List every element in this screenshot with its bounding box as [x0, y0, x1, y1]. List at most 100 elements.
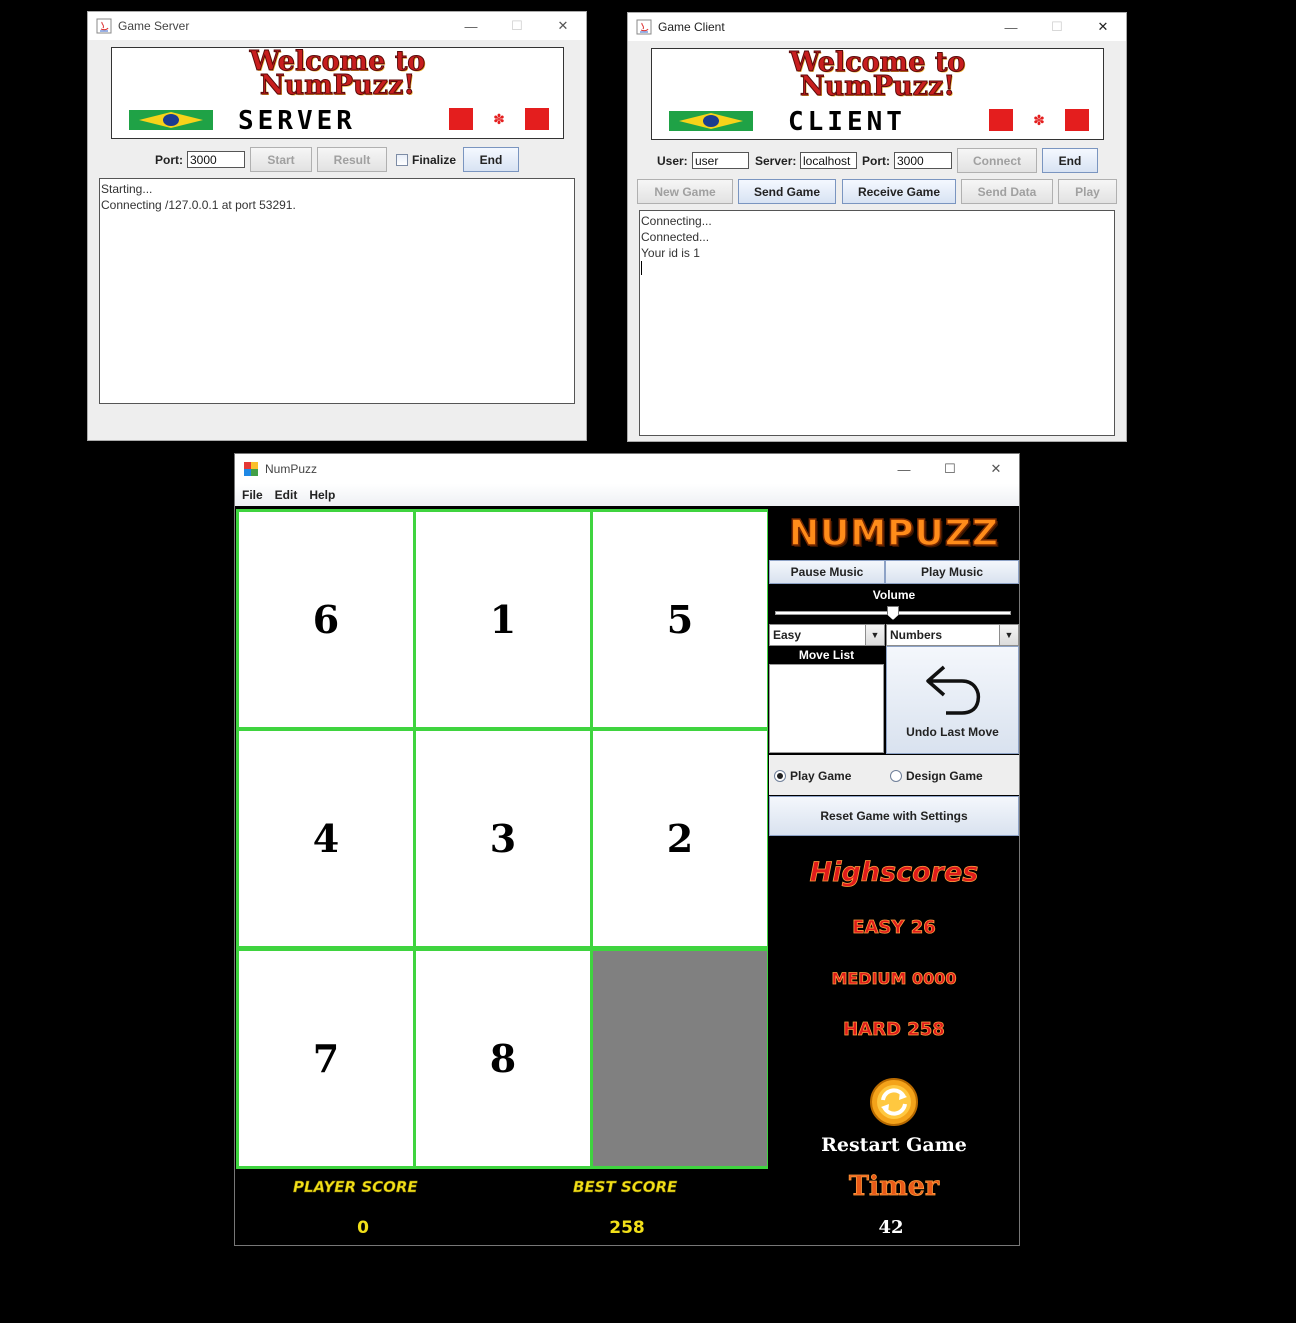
log-line: Connected...: [641, 230, 710, 244]
log-line: Starting...: [101, 182, 153, 196]
puzzle-board: 6 1 5 4 3 2 7 8: [236, 509, 768, 1169]
minimize-icon[interactable]: —: [988, 13, 1034, 41]
numpuzz-app-icon: [243, 461, 259, 477]
java-app-icon: [636, 19, 652, 35]
highscores-title: Highscores: [809, 857, 979, 889]
numpuzz-window: NumPuzz — ☐ ✕ File Edit Help 6 1 5 4 3 2…: [234, 453, 1020, 1246]
text-caret: [641, 261, 642, 275]
refresh-icon: [870, 1078, 918, 1126]
start-button[interactable]: Start: [250, 147, 312, 172]
server-host-label: Server:: [755, 154, 797, 168]
chevron-down-icon: ▼: [999, 625, 1018, 645]
reset-game-button[interactable]: Reset Game with Settings: [769, 796, 1019, 836]
design-game-label: Design Game: [906, 769, 983, 783]
mode-radio-panel: Play Game Design Game: [769, 755, 1019, 795]
mode-select[interactable]: Numbers ▼: [886, 624, 1019, 646]
numpuzz-logo: NUMPUZZ: [788, 512, 999, 555]
client-titlebar[interactable]: Game Client — ☐ ✕: [628, 13, 1126, 41]
play-music-button[interactable]: Play Music: [885, 560, 1019, 584]
puzzle-tile[interactable]: 1: [416, 512, 590, 727]
play-game-radio[interactable]: [774, 770, 786, 782]
player-score-value: 0: [357, 1218, 369, 1238]
send-data-button[interactable]: Send Data: [961, 179, 1053, 204]
player-score-label: PLAYER SCORE: [293, 1178, 418, 1197]
puzzle-tile[interactable]: 5: [593, 512, 767, 727]
puzzle-tile[interactable]: 3: [416, 731, 590, 946]
maximize-icon[interactable]: ☐: [927, 454, 973, 484]
finalize-checkbox[interactable]: [396, 154, 408, 166]
medium-highscore: MEDIUM 0000: [831, 969, 957, 989]
banner-welcome-text: Welcome to NumPuzz!: [249, 47, 426, 101]
menu-file[interactable]: File: [242, 488, 263, 502]
send-game-button[interactable]: Send Game: [738, 179, 836, 204]
move-list-header: Move List: [769, 647, 884, 664]
server-end-button[interactable]: End: [463, 147, 519, 172]
undo-arrow-icon: [925, 665, 980, 715]
puzzle-tile[interactable]: 8: [416, 951, 590, 1166]
new-game-button[interactable]: New Game: [637, 179, 733, 204]
java-app-icon: [96, 18, 112, 34]
server-log-area[interactable]: Starting... Connecting /127.0.0.1 at por…: [99, 178, 575, 404]
server-port-input[interactable]: [187, 151, 245, 168]
user-input[interactable]: [692, 152, 749, 169]
puzzle-tile[interactable]: 4: [239, 731, 413, 946]
server-window-title: Game Server: [118, 19, 190, 33]
volume-label: Volume: [872, 588, 916, 602]
client-port-label: Port:: [862, 154, 890, 168]
menu-edit[interactable]: Edit: [275, 488, 298, 502]
finalize-label: Finalize: [412, 153, 457, 167]
close-icon[interactable]: ✕: [973, 454, 1019, 484]
server-titlebar[interactable]: Game Server — ☐ ✕: [88, 12, 586, 40]
puzzle-tile[interactable]: 7: [239, 951, 413, 1166]
play-game-label: Play Game: [790, 769, 852, 783]
maximize-icon[interactable]: ☐: [494, 12, 540, 40]
minimize-icon[interactable]: —: [448, 12, 494, 40]
menu-help[interactable]: Help: [309, 488, 335, 502]
pause-music-button[interactable]: Pause Music: [769, 560, 885, 584]
connect-button[interactable]: Connect: [957, 148, 1037, 173]
client-end-button[interactable]: End: [1042, 148, 1098, 173]
banner-role-text: SERVER: [238, 106, 356, 136]
log-line: Connecting...: [641, 214, 712, 228]
brazil-flag-icon: [669, 111, 753, 131]
maximize-icon[interactable]: ☐: [1034, 13, 1080, 41]
close-icon[interactable]: ✕: [540, 12, 586, 40]
server-banner: Welcome to NumPuzz! SERVER ✽: [111, 47, 564, 139]
undo-last-move-button[interactable]: Undo Last Move: [886, 646, 1019, 754]
minimize-icon[interactable]: —: [881, 454, 927, 484]
timer-value: 42: [878, 1217, 904, 1238]
client-banner: Welcome to NumPuzz! CLIENT ✽: [651, 48, 1104, 140]
numpuzz-window-title: NumPuzz: [265, 462, 318, 476]
easy-highscore: EASY 26: [852, 917, 936, 939]
client-port-input[interactable]: [894, 152, 952, 169]
brazil-flag-icon: [129, 110, 213, 130]
numpuzz-titlebar[interactable]: NumPuzz — ☐ ✕: [235, 454, 1019, 484]
menu-bar: File Edit Help: [235, 484, 1019, 506]
hard-highscore: HARD 258: [843, 1019, 945, 1041]
server-port-label: Port:: [155, 153, 183, 167]
result-button[interactable]: Result: [317, 147, 387, 172]
play-button[interactable]: Play: [1058, 179, 1117, 204]
volume-slider[interactable]: [775, 606, 1011, 620]
move-list[interactable]: [769, 664, 884, 753]
close-icon[interactable]: ✕: [1080, 13, 1126, 41]
restart-game-button[interactable]: Restart Game: [769, 1077, 1019, 1157]
empty-tile[interactable]: [593, 951, 767, 1166]
chevron-down-icon: ▼: [865, 625, 884, 645]
design-game-radio[interactable]: [890, 770, 902, 782]
volume-thumb[interactable]: [887, 606, 899, 620]
puzzle-tile[interactable]: 6: [239, 512, 413, 727]
server-host-input[interactable]: [800, 152, 857, 169]
difficulty-select[interactable]: Easy ▼: [769, 624, 885, 646]
client-log-area[interactable]: Connecting... Connected... Your id is 1: [639, 210, 1115, 436]
game-client-window: Game Client — ☐ ✕ Welcome to NumPuzz! CL…: [627, 12, 1127, 442]
log-line: Connecting /127.0.0.1 at port 53291.: [101, 198, 296, 212]
canada-flag-icon: ✽: [449, 108, 549, 130]
receive-game-button[interactable]: Receive Game: [842, 179, 956, 204]
best-score-label: BEST SCORE: [573, 1178, 678, 1197]
canada-flag-icon: ✽: [989, 109, 1089, 131]
log-line: Your id is 1: [641, 246, 700, 260]
banner-role-text: CLIENT: [788, 107, 906, 137]
game-server-window: Game Server — ☐ ✕ Welcome to NumPuzz! SE…: [87, 11, 587, 441]
puzzle-tile[interactable]: 2: [593, 731, 767, 946]
